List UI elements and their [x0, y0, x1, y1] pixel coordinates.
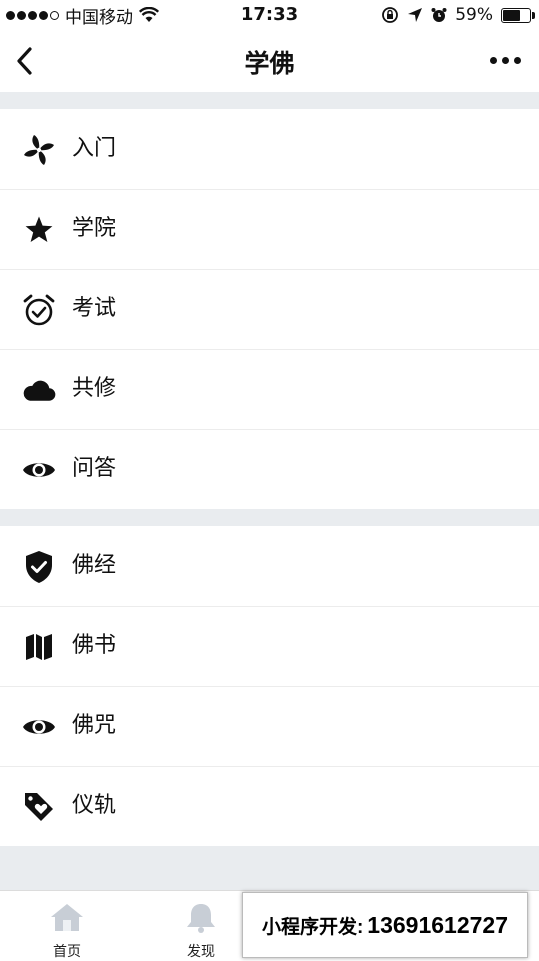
rotation-lock-icon — [382, 7, 399, 23]
menu-item-label: 入门 — [72, 136, 117, 161]
menu-group-1: 入门 学院 考试 共修 问答 — [0, 109, 539, 509]
status-bar: 中国移动 17:33 59% — [0, 0, 539, 30]
pinwheel-icon — [22, 133, 56, 167]
star-icon — [22, 213, 56, 247]
shield-check-icon — [22, 550, 56, 584]
banner-phone: 13691612727 — [367, 911, 509, 938]
menu-item-label: 共修 — [72, 376, 117, 401]
menu-item-label: 仪轨 — [72, 793, 117, 818]
menu-item-intro[interactable]: 入门 — [0, 109, 539, 189]
alarm-clock-icon — [22, 293, 56, 327]
menu-item-rituals[interactable]: 仪轨 — [0, 766, 539, 846]
page-title: 学佛 — [244, 49, 295, 78]
menu-item-exam[interactable]: 考试 — [0, 269, 539, 349]
battery-icon — [501, 7, 535, 23]
battery-percent: 59% — [455, 5, 493, 25]
tag-heart-icon — [22, 790, 56, 824]
menu-item-group-practice[interactable]: 共修 — [0, 349, 539, 429]
map-icon — [22, 630, 56, 664]
eye-icon — [22, 710, 56, 744]
battery-fill — [503, 9, 520, 21]
menu-item-label: 学院 — [72, 216, 117, 241]
home-icon — [51, 904, 83, 931]
bell-icon — [187, 904, 215, 933]
menu-item-label: 考试 — [72, 296, 117, 321]
status-right: 59% — [381, 0, 535, 30]
menu-item-label: 问答 — [72, 456, 117, 481]
alarm-icon — [431, 8, 447, 22]
eye-icon — [22, 453, 56, 487]
menu-item-books[interactable]: 佛书 — [0, 606, 539, 686]
cloud-icon — [22, 373, 56, 407]
more-dots-icon[interactable] — [490, 57, 521, 64]
navigation-bar: 学佛 — [0, 30, 539, 92]
menu-item-label: 佛咒 — [72, 713, 117, 738]
location-arrow-icon — [408, 8, 423, 22]
menu-item-label: 佛书 — [72, 633, 117, 658]
menu-item-sutras[interactable]: 佛经 — [0, 526, 539, 606]
contact-banner: 小程序开发: 13691612727 — [242, 892, 528, 958]
menu-item-label: 佛经 — [72, 553, 117, 578]
banner-label: 小程序开发: — [261, 916, 364, 938]
menu-item-mantras[interactable]: 佛咒 — [0, 686, 539, 766]
menu-item-academy[interactable]: 学院 — [0, 189, 539, 269]
tab-label: 首页 — [53, 944, 81, 960]
tab-home[interactable]: 首页 — [0, 891, 134, 961]
menu-item-qa[interactable]: 问答 — [0, 429, 539, 509]
menu-group-2: 佛经 佛书 佛咒 仪轨 — [0, 526, 539, 846]
